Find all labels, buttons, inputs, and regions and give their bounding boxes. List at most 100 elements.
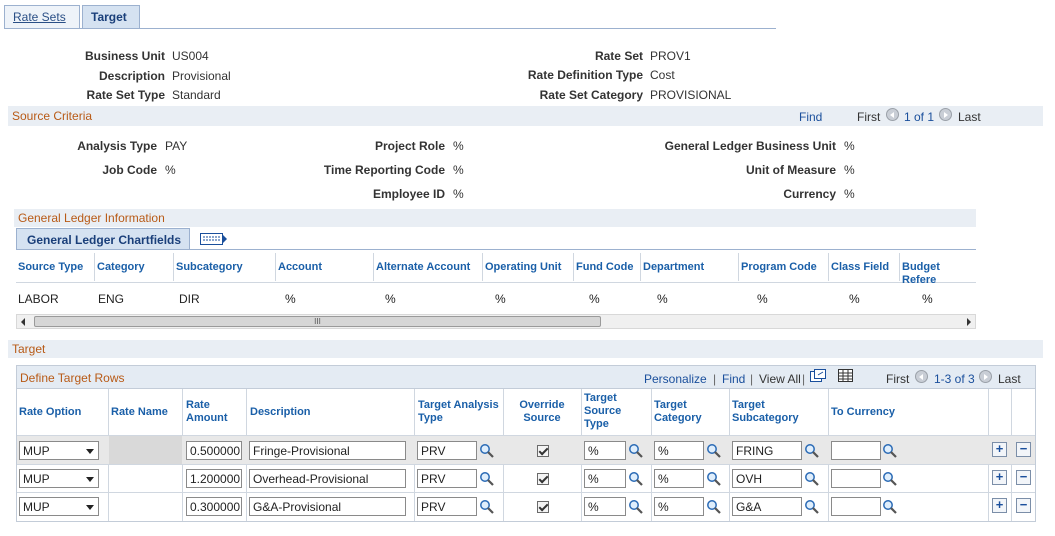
analysis-type-input[interactable]: PRV xyxy=(417,497,477,516)
search-icon[interactable] xyxy=(804,443,820,459)
tab-rate-sets[interactable]: Rate Sets xyxy=(4,5,80,28)
search-icon[interactable] xyxy=(628,499,644,515)
rate-amount-input[interactable]: 0.300000 xyxy=(186,497,242,516)
subcategory-input[interactable]: G&A xyxy=(732,497,802,516)
add-row-icon[interactable]: + xyxy=(992,442,1007,457)
source-criteria-first-label: First xyxy=(857,110,881,124)
description-input[interactable]: Overhead-Provisional xyxy=(249,469,406,488)
search-icon[interactable] xyxy=(882,499,898,515)
employee-id-value: % xyxy=(453,187,464,201)
employee-id-label: Employee ID xyxy=(372,187,445,201)
chevron-down-icon xyxy=(86,505,94,510)
time-reporting-code-label: Time Reporting Code xyxy=(323,163,445,177)
description-input[interactable]: G&A-Provisional xyxy=(249,497,406,516)
search-icon[interactable] xyxy=(628,443,644,459)
personalize-link[interactable]: Personalize xyxy=(644,372,707,386)
gl-row-operating-unit: % xyxy=(495,292,506,306)
gl-col-class-field: Class Field xyxy=(831,261,890,273)
source-type-input[interactable]: % xyxy=(584,469,626,488)
scroll-left-icon[interactable] xyxy=(21,318,25,326)
col-rate-name: Rate Name xyxy=(111,406,168,418)
delete-row-icon[interactable]: − xyxy=(1016,442,1031,457)
rate-option-select[interactable]: MUP xyxy=(19,497,99,516)
target-prev-arrow-icon[interactable] xyxy=(915,370,928,383)
rate-set-value: PROV1 xyxy=(650,49,691,63)
target-next-arrow-icon[interactable] xyxy=(979,370,992,383)
col-rate-amount: Rate Amount xyxy=(186,399,228,424)
subcategory-input[interactable]: OVH xyxy=(732,469,802,488)
download-grid-icon[interactable] xyxy=(838,369,854,382)
source-type-input[interactable]: % xyxy=(584,441,626,460)
delete-row-icon[interactable]: − xyxy=(1016,498,1031,513)
search-icon[interactable] xyxy=(706,471,722,487)
col-target-analysis-type: Target Analysis Type xyxy=(418,399,499,424)
currency-value: % xyxy=(844,187,855,201)
scroll-thumb[interactable]: III xyxy=(34,316,601,327)
delete-row-icon[interactable]: − xyxy=(1016,470,1031,485)
rate-option-value: MUP xyxy=(23,472,50,486)
analysis-type-value: PAY xyxy=(165,139,188,153)
description-value: Provisional xyxy=(172,69,231,83)
tab-target[interactable]: Target xyxy=(82,5,140,28)
gl-col-subcategory: Subcategory xyxy=(176,261,243,273)
override-source-checkbox[interactable] xyxy=(537,501,549,513)
search-icon[interactable] xyxy=(882,443,898,459)
search-icon[interactable] xyxy=(706,499,722,515)
show-all-columns-icon[interactable] xyxy=(200,232,227,246)
rate-option-value: MUP xyxy=(23,500,50,514)
gl-row-fund-code: % xyxy=(589,292,600,306)
rate-amount-input[interactable]: 0.500000 xyxy=(186,441,242,460)
gl-col-program-code: Program Code xyxy=(741,261,817,273)
zoom-grid-icon[interactable] xyxy=(810,369,826,383)
job-code-label: Job Code xyxy=(102,163,157,177)
category-input[interactable]: % xyxy=(654,441,704,460)
gl-col-alternate-account: Alternate Account xyxy=(376,261,471,273)
analysis-type-input[interactable]: PRV xyxy=(417,441,477,460)
to-currency-input[interactable] xyxy=(831,469,881,488)
search-icon[interactable] xyxy=(882,471,898,487)
prev-arrow-icon[interactable] xyxy=(886,108,899,121)
search-icon[interactable] xyxy=(804,499,820,515)
search-icon[interactable] xyxy=(479,471,495,487)
project-role-label: Project Role xyxy=(374,139,445,153)
currency-label: Currency xyxy=(783,187,836,201)
add-row-icon[interactable]: + xyxy=(992,498,1007,513)
analysis-type-input[interactable]: PRV xyxy=(417,469,477,488)
gl-col-fund-code: Fund Code xyxy=(576,261,634,273)
search-icon[interactable] xyxy=(804,471,820,487)
business-unit-label: Business Unit xyxy=(84,49,165,63)
gl-chartfields-tab[interactable]: General Ledger Chartfields xyxy=(16,228,190,250)
tab-rate-sets-label: Rate Sets xyxy=(13,10,66,24)
target-count: 1-3 of 3 xyxy=(934,372,975,386)
view-all-link[interactable]: View All xyxy=(759,372,801,386)
next-arrow-icon[interactable] xyxy=(939,108,952,121)
search-icon[interactable] xyxy=(628,471,644,487)
rate-amount-input[interactable]: 1.200000 xyxy=(186,469,242,488)
search-icon[interactable] xyxy=(706,443,722,459)
scroll-right-icon[interactable] xyxy=(967,318,971,326)
source-criteria-find-link[interactable]: Find xyxy=(799,110,822,124)
description-input[interactable]: Fringe-Provisional xyxy=(249,441,406,460)
gl-horizontal-scrollbar[interactable]: III xyxy=(16,314,976,329)
to-currency-input[interactable] xyxy=(831,497,881,516)
source-type-input[interactable]: % xyxy=(584,497,626,516)
rate-option-select[interactable]: MUP xyxy=(19,441,99,460)
category-input[interactable]: % xyxy=(654,497,704,516)
project-role-value: % xyxy=(453,139,464,153)
gl-row-class-field: % xyxy=(849,292,860,306)
rate-def-type-label: Rate Definition Type xyxy=(527,68,643,82)
search-icon[interactable] xyxy=(479,443,495,459)
source-criteria-title: Source Criteria xyxy=(12,109,93,123)
col-target-category: Target Category xyxy=(654,399,702,424)
category-input[interactable]: % xyxy=(654,469,704,488)
search-icon[interactable] xyxy=(479,499,495,515)
to-currency-input[interactable] xyxy=(831,441,881,460)
add-row-icon[interactable]: + xyxy=(992,470,1007,485)
override-source-checkbox[interactable] xyxy=(537,473,549,485)
target-band xyxy=(8,340,1043,358)
target-find-link[interactable]: Find xyxy=(722,372,745,386)
gl-col-department: Department xyxy=(643,261,705,273)
rate-option-select[interactable]: MUP xyxy=(19,469,99,488)
subcategory-input[interactable]: FRING xyxy=(732,441,802,460)
override-source-checkbox[interactable] xyxy=(537,445,549,457)
